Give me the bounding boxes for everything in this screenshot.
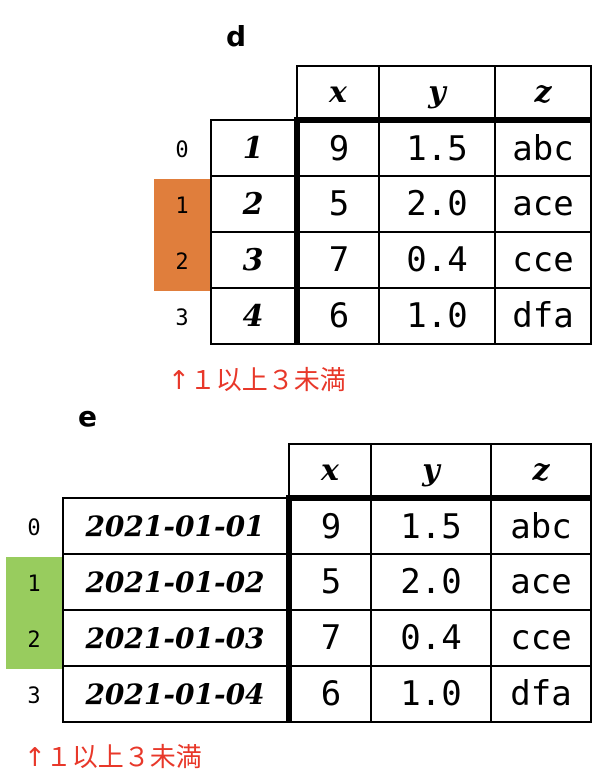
header-corner bbox=[63, 444, 289, 498]
cell-y: 1.5 bbox=[378, 119, 496, 177]
cell-y: 1.0 bbox=[378, 287, 496, 345]
row-number: 0 bbox=[27, 516, 41, 541]
row-number: 3 bbox=[175, 306, 189, 331]
row-number-highlighted: 1 bbox=[6, 557, 62, 613]
index-cell: 2021-01-01 bbox=[62, 497, 292, 555]
table-row: 2021-01-03 7 0.4 cce bbox=[62, 609, 592, 667]
cell-y: 0.4 bbox=[378, 231, 496, 289]
cell-z: cce bbox=[490, 609, 592, 667]
table-d-title: d bbox=[226, 20, 247, 53]
row-number: 0 bbox=[175, 138, 189, 163]
cell-x: 6 bbox=[288, 665, 372, 723]
table-row: 2 5 2.0 ace bbox=[210, 175, 592, 233]
row-number: 3 bbox=[27, 684, 41, 709]
column-header-x: x bbox=[296, 65, 380, 123]
cell-x: 7 bbox=[296, 231, 380, 289]
column-header-z: z bbox=[494, 65, 592, 123]
column-header-x: x bbox=[288, 443, 372, 501]
range-note-d: ↑１以上３未満 bbox=[168, 366, 346, 396]
index-cell: 1 bbox=[210, 119, 300, 177]
cell-y: 1.5 bbox=[370, 497, 492, 555]
table-e-title: e bbox=[78, 400, 97, 433]
index-cell: 2021-01-04 bbox=[62, 665, 292, 723]
cell-x: 9 bbox=[296, 119, 380, 177]
column-header-y: y bbox=[378, 65, 496, 123]
dataframe-e: x y z 2021-01-01 9 1.5 abc 2021-01-02 5 … bbox=[62, 443, 592, 723]
cell-z: dfa bbox=[494, 287, 592, 345]
table-row: 2021-01-01 9 1.5 abc bbox=[62, 497, 592, 555]
column-header-z: z bbox=[490, 443, 592, 501]
dataframe-d: x y z 1 9 1.5 abc 2 5 2.0 ace 3 7 0.4 cc… bbox=[210, 65, 592, 345]
row-number-highlighted: 2 bbox=[154, 235, 210, 291]
cell-y: 2.0 bbox=[370, 553, 492, 611]
cell-y: 0.4 bbox=[370, 609, 492, 667]
cell-z: dfa bbox=[490, 665, 592, 723]
header-corner bbox=[211, 66, 297, 120]
cell-x: 9 bbox=[288, 497, 372, 555]
cell-x: 5 bbox=[288, 553, 372, 611]
column-header-y: y bbox=[370, 443, 492, 501]
index-cell: 4 bbox=[210, 287, 300, 345]
cell-y: 1.0 bbox=[370, 665, 492, 723]
cell-z: cce bbox=[494, 231, 592, 289]
cell-x: 7 bbox=[288, 609, 372, 667]
cell-x: 5 bbox=[296, 175, 380, 233]
index-cell: 2021-01-03 bbox=[62, 609, 292, 667]
table-row: 2021-01-04 6 1.0 dfa bbox=[62, 665, 592, 723]
row-number-highlighted: 1 bbox=[154, 179, 210, 235]
cell-z: ace bbox=[490, 553, 592, 611]
cell-z: abc bbox=[490, 497, 592, 555]
table-row: 2021-01-02 5 2.0 ace bbox=[62, 553, 592, 611]
cell-x: 6 bbox=[296, 287, 380, 345]
index-cell: 2021-01-02 bbox=[62, 553, 292, 611]
cell-z: ace bbox=[494, 175, 592, 233]
index-cell: 2 bbox=[210, 175, 300, 233]
index-cell: 3 bbox=[210, 231, 300, 289]
table-row: 1 9 1.5 abc bbox=[210, 119, 592, 177]
table-row: 3 7 0.4 cce bbox=[210, 231, 592, 289]
row-number-highlighted: 2 bbox=[6, 613, 62, 669]
cell-z: abc bbox=[494, 119, 592, 177]
range-note-e: ↑１以上３未満 bbox=[24, 743, 202, 773]
cell-y: 2.0 bbox=[378, 175, 496, 233]
table-row: 4 6 1.0 dfa bbox=[210, 287, 592, 345]
